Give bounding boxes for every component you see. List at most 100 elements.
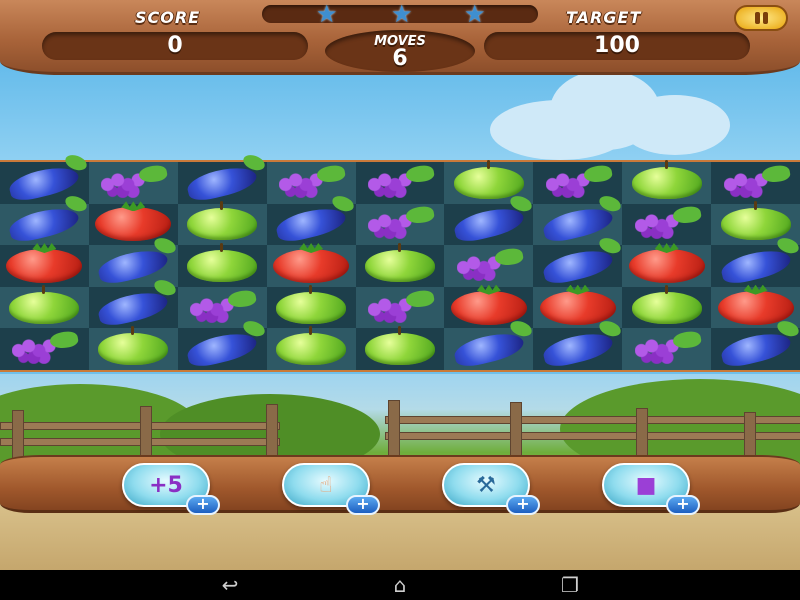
eggplant-tile: [273, 203, 349, 246]
apple-tile: [98, 326, 169, 366]
board-cell[interactable]: [355, 286, 445, 329]
target-value: 100: [484, 32, 750, 60]
apple-tile: [187, 242, 258, 282]
board-cell[interactable]: [0, 284, 89, 329]
grapes-tile: [723, 167, 788, 198]
apple-tile: [276, 284, 347, 324]
eggplant-tile: [451, 203, 526, 246]
eggplant-tile: [718, 244, 793, 288]
home-icon[interactable]: ⌂: [375, 575, 425, 595]
board-cell[interactable]: [444, 245, 534, 287]
candy-bomb-icon: ■: [635, 472, 657, 498]
plus-icon[interactable]: +: [346, 495, 380, 515]
eggplant-tile: [96, 286, 171, 329]
board-cell[interactable]: [711, 244, 800, 288]
board-cell[interactable]: [266, 326, 356, 370]
board-cell[interactable]: [622, 328, 712, 370]
plus-five-moves-icon: +5: [149, 472, 183, 498]
board-cell[interactable]: [444, 328, 534, 371]
board-cell[interactable]: [266, 245, 356, 287]
grapes-tile: [634, 334, 699, 365]
apple-tile: [364, 326, 435, 366]
plus-icon[interactable]: +: [666, 495, 700, 515]
grapes-tile: [367, 167, 432, 198]
moves-value: 6: [392, 46, 408, 71]
board-cell[interactable]: [88, 162, 178, 204]
score-value: 0: [42, 32, 308, 60]
board-cell[interactable]: [266, 284, 356, 329]
eggplant-tile: [540, 328, 615, 371]
star-progress-bar: ★ ★ ★: [262, 0, 538, 28]
tomato-tile: [6, 248, 83, 283]
moves-counter: MOVES 6: [325, 30, 475, 72]
eggplant-tile: [185, 328, 260, 371]
game-board: [0, 159, 800, 372]
board-cell[interactable]: [622, 203, 712, 246]
board-cell[interactable]: [0, 328, 89, 370]
board-cell[interactable]: [88, 326, 178, 370]
board-cell[interactable]: [88, 286, 178, 329]
system-nav-bar: ↩ ⌂ ❐: [0, 570, 800, 600]
apple-tile: [364, 242, 435, 282]
eggplant-tile: [185, 161, 260, 204]
tomato-tile: [450, 290, 527, 325]
tomato-tile: [628, 248, 705, 283]
board-cell[interactable]: [355, 326, 445, 370]
plus-icon[interactable]: +: [506, 495, 540, 515]
bomb-booster[interactable]: ■ +: [602, 463, 700, 515]
recents-icon[interactable]: ❐: [545, 575, 595, 595]
board-cell[interactable]: [622, 159, 712, 204]
hand-swap-booster[interactable]: ☝ +: [282, 463, 380, 515]
star-icon: ★: [464, 0, 486, 28]
grapes-tile: [367, 292, 432, 323]
hand-pointer-icon: ☝: [319, 472, 333, 498]
apple-tile: [453, 159, 524, 199]
board-cell[interactable]: [711, 162, 800, 204]
pause-button[interactable]: [734, 5, 788, 31]
board-cell[interactable]: [177, 201, 267, 246]
board-cell[interactable]: [711, 328, 800, 371]
board-cell[interactable]: [0, 203, 89, 246]
tomato-tile: [273, 248, 350, 283]
extra-moves-booster[interactable]: +5 +: [122, 463, 220, 515]
grapes-tile: [634, 209, 699, 240]
plus-icon[interactable]: +: [186, 495, 220, 515]
apple-tile: [187, 201, 258, 241]
grapes-tile: [101, 167, 166, 198]
board-cell[interactable]: [355, 242, 445, 287]
tomato-tile: [95, 207, 172, 242]
eggplant-tile: [451, 328, 526, 371]
score-label: SCORE: [135, 8, 201, 27]
board-cell[interactable]: [177, 328, 267, 371]
tomato-tile: [717, 290, 794, 325]
board-cell[interactable]: [622, 284, 712, 329]
tomato-tile: [539, 290, 616, 325]
grapes-tile: [456, 250, 521, 281]
board-cell[interactable]: [266, 203, 356, 246]
board-cell[interactable]: [533, 244, 623, 288]
grapes-tile: [190, 292, 255, 323]
shovel-booster[interactable]: ⚒ +: [442, 463, 540, 515]
board-cell[interactable]: [444, 203, 534, 246]
star-icon: ★: [316, 0, 338, 28]
target-label: TARGET: [566, 8, 642, 27]
grapes-tile: [545, 167, 610, 198]
board-cell[interactable]: [533, 328, 623, 371]
back-icon[interactable]: ↩: [205, 575, 255, 595]
board-cell[interactable]: [0, 245, 89, 287]
apple-tile: [631, 159, 702, 199]
apple-tile: [720, 201, 791, 241]
grapes-tile: [279, 167, 344, 198]
top-hud: SCORE TARGET ★ ★ ★ 0 100 MOVES 6: [0, 0, 800, 75]
board-cell[interactable]: [177, 242, 267, 287]
grapes-tile: [12, 334, 77, 365]
board-cell[interactable]: [355, 203, 445, 246]
pause-icon: [754, 12, 760, 24]
board-cell[interactable]: [355, 162, 445, 204]
board-cell[interactable]: [622, 245, 712, 287]
apple-tile: [276, 326, 347, 366]
grapes-tile: [367, 209, 432, 240]
apple-tile: [9, 284, 80, 324]
eggplant-tile: [540, 244, 615, 288]
board-cell[interactable]: [177, 161, 267, 204]
